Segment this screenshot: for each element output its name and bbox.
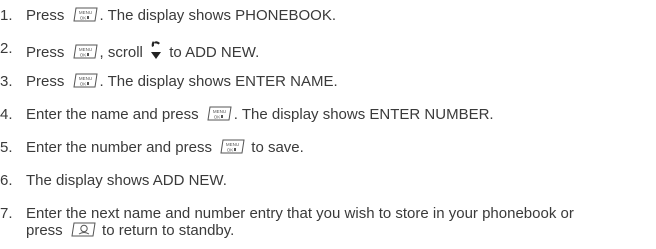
display-text: ENTER NUMBER [369, 106, 490, 123]
step-text: to return to standby. [97, 222, 235, 239]
step-text: Enter the number and press [26, 139, 212, 156]
menu-ok-key-icon [205, 106, 232, 121]
menu-ok-key-icon [71, 44, 98, 59]
scroll-handset-icon [150, 40, 162, 64]
display-text: ENTER NAME [235, 73, 334, 90]
step-1: 1. Press . The display shows PHONEBOOK. [0, 7, 336, 24]
instruction-list: 1. Press . The display shows PHONEBOOK. … [0, 0, 656, 249]
step-text: press [26, 222, 63, 239]
step-4: 4. Enter the name and press . The displa… [0, 106, 494, 123]
step-text: . The display shows [99, 7, 236, 24]
step-text: The display shows [26, 172, 153, 189]
step-7: 7. Enter the next name and number entry … [0, 205, 656, 249]
step-text: to save. [247, 139, 304, 156]
step-text: . The display shows [233, 106, 370, 123]
menu-ok-key-icon [218, 139, 245, 154]
step-text: . The display shows [99, 73, 236, 90]
end-standby-key-icon [69, 222, 96, 237]
step-text: Press [26, 73, 65, 90]
step-number: 5. [0, 139, 13, 156]
step-text: Enter the name and press [26, 106, 199, 123]
step-6: 6. The display shows ADD NEW. [0, 172, 227, 189]
step-text: , scroll [99, 44, 143, 61]
step-number: 6. [0, 172, 13, 189]
step-text: Press [26, 7, 65, 24]
step-number: 2. [0, 40, 13, 57]
step-2: 2. Press , scroll to ADD NEW. [0, 40, 656, 73]
menu-ok-key-icon [71, 7, 98, 22]
step-3: 3. Press . The display shows ENTER NAME. [0, 73, 338, 90]
display-text: PHONEBOOK [235, 7, 332, 24]
menu-ok-key-icon [71, 73, 98, 88]
step-text: Enter the next name and number entry tha… [26, 205, 574, 222]
step-5: 5. Enter the number and press to save. [0, 139, 656, 172]
step-number: 1. [0, 7, 13, 24]
step-text: Press [26, 44, 65, 61]
step-text: to [165, 44, 186, 61]
step-number: 3. [0, 73, 13, 90]
display-text: ADD NEW [152, 172, 223, 189]
step-number: 7. [0, 205, 13, 222]
display-text: ADD NEW [185, 44, 256, 61]
step-number: 4. [0, 106, 13, 123]
